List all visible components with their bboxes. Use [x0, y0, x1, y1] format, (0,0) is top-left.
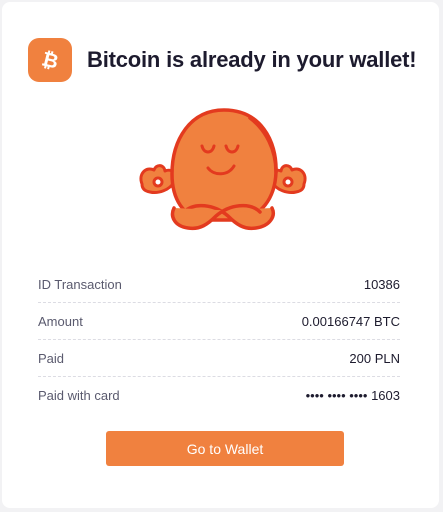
confirmation-card: ₿ Bitcoin is already in your wallet! ID … — [2, 2, 439, 508]
detail-value: •••• •••• •••• 1603 — [305, 387, 400, 403]
detail-label: Paid with card — [38, 387, 120, 403]
header: ₿ Bitcoin is already in your wallet! — [28, 38, 417, 82]
detail-row-paid: Paid 200 PLN — [38, 340, 400, 377]
detail-row-card: Paid with card •••• •••• •••• 1603 — [38, 377, 400, 413]
detail-label: Paid — [38, 350, 65, 366]
detail-value: 0.00166747 BTC — [301, 313, 400, 329]
detail-value: 10386 — [363, 276, 400, 292]
detail-label: Amount — [38, 313, 83, 329]
transaction-details: ID Transaction 10386 Amount 0.00166747 B… — [38, 266, 400, 413]
detail-label: ID Transaction — [38, 276, 122, 292]
detail-row-amount: Amount 0.00166747 BTC — [38, 303, 400, 340]
page-title: Bitcoin is already in your wallet! — [87, 47, 417, 72]
bitcoin-icon: ₿ — [28, 38, 72, 82]
detail-row-transaction-id: ID Transaction 10386 — [38, 266, 400, 303]
bitcoin-symbol: ₿ — [39, 45, 61, 74]
mascot-illustration — [139, 108, 307, 231]
mascot-body — [170, 108, 278, 231]
detail-value: 200 PLN — [349, 350, 400, 366]
go-to-wallet-button[interactable]: Go to Wallet — [106, 431, 344, 466]
